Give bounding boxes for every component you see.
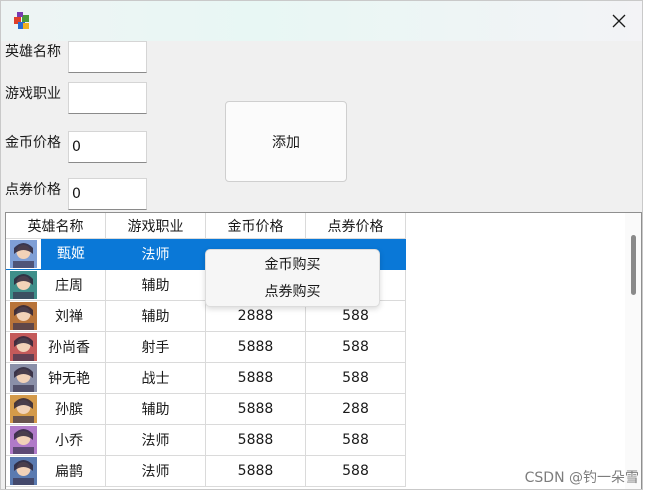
- hero-name-text: 孙膑: [55, 402, 83, 418]
- xiaoqiao-avatar: [10, 426, 37, 454]
- hero-name-text: 钟无艳: [48, 371, 90, 387]
- hero-name-cell[interactable]: 甄姬: [6, 238, 106, 270]
- role-cell[interactable]: 射手: [106, 332, 206, 363]
- hero-name-cell[interactable]: 刘禅: [6, 301, 106, 332]
- liushan-avatar: [10, 302, 37, 330]
- hero-name-text: 庄周: [55, 278, 83, 294]
- zhongwuyan-avatar: [10, 364, 37, 392]
- column-header-gold-price[interactable]: 金币价格: [206, 213, 306, 239]
- coupon-price-input[interactable]: [68, 178, 147, 210]
- watermark: CSDN @钓一朵雪: [524, 470, 639, 486]
- column-header-hero-name[interactable]: 英雄名称: [6, 213, 106, 239]
- hero-name-text: 小乔: [55, 433, 83, 449]
- hero-name-cell[interactable]: 钟无艳: [6, 363, 106, 394]
- role-cell[interactable]: 法师: [106, 425, 206, 456]
- title-bar: [1, 1, 642, 41]
- app-window: 英雄名称 游戏职业 金币价格 点券价格 添加 英雄名称 游戏职业 金币价格 点券…: [0, 0, 643, 490]
- role-cell[interactable]: 辅助: [106, 301, 206, 332]
- hero-name-cell[interactable]: 小乔: [6, 425, 106, 456]
- gold-price-cell[interactable]: 5888: [206, 394, 306, 425]
- coupon-price-cell[interactable]: 588: [306, 332, 406, 363]
- hero-name-label: 英雄名称: [5, 44, 61, 60]
- hero-name-text: 扁鹊: [55, 464, 83, 480]
- table-row[interactable]: 孙膑 辅助 5888 288: [6, 394, 406, 425]
- gold-price-input[interactable]: [68, 131, 147, 163]
- role-cell[interactable]: 辅助: [106, 394, 206, 425]
- app-icon: [14, 12, 29, 29]
- hero-name-cell[interactable]: 扁鹊: [6, 456, 106, 487]
- sunbin-avatar: [10, 395, 37, 423]
- role-cell[interactable]: 法师: [106, 239, 206, 270]
- hero-name-text: 孙尚香: [48, 340, 90, 356]
- hero-role-label: 游戏职业: [5, 86, 61, 102]
- close-icon: [612, 14, 626, 28]
- sunshangxiang-avatar: [10, 333, 37, 361]
- role-cell[interactable]: 战士: [106, 363, 206, 394]
- role-cell[interactable]: 辅助: [106, 270, 206, 301]
- menu-item-buy-with-coupon[interactable]: 点券购买: [206, 277, 379, 304]
- gold-price-cell[interactable]: 5888: [206, 456, 306, 487]
- hero-name-text: 甄姬: [41, 238, 105, 270]
- column-header-coupon-price[interactable]: 点券价格: [306, 213, 406, 239]
- coupon-price-cell[interactable]: 588: [306, 363, 406, 394]
- zhenji-avatar: [10, 240, 37, 268]
- hero-name-cell[interactable]: 庄周: [6, 270, 106, 301]
- scrollbar-thumb[interactable]: [631, 235, 636, 295]
- coupon-price-cell[interactable]: 588: [306, 456, 406, 487]
- vertical-scrollbar[interactable]: [625, 213, 641, 489]
- add-button[interactable]: 添加: [225, 101, 347, 182]
- hero-name-text: 刘禅: [55, 309, 83, 325]
- column-header-role[interactable]: 游戏职业: [106, 213, 206, 239]
- gold-price-cell[interactable]: 5888: [206, 363, 306, 394]
- hero-name-input[interactable]: [68, 41, 147, 73]
- gold-price-cell[interactable]: 5888: [206, 425, 306, 456]
- close-button[interactable]: [596, 1, 642, 41]
- menu-item-buy-with-gold[interactable]: 金币购买: [206, 250, 379, 277]
- table-row[interactable]: 扁鹊 法师 5888 588: [6, 456, 406, 487]
- hero-name-cell[interactable]: 孙尚香: [6, 332, 106, 363]
- hero-role-input[interactable]: [68, 82, 147, 114]
- table-row[interactable]: 小乔 法师 5888 588: [6, 425, 406, 456]
- coupon-price-cell[interactable]: 588: [306, 425, 406, 456]
- coupon-price-cell[interactable]: 288: [306, 394, 406, 425]
- context-menu: 金币购买 点券购买: [205, 249, 380, 307]
- table-header: 英雄名称 游戏职业 金币价格 点券价格: [6, 213, 406, 239]
- table-row[interactable]: 孙尚香 射手 5888 588: [6, 332, 406, 363]
- bianque-avatar: [10, 457, 37, 485]
- gold-price-label: 金币价格: [5, 135, 61, 151]
- role-cell[interactable]: 法师: [106, 456, 206, 487]
- gold-price-cell[interactable]: 5888: [206, 332, 306, 363]
- table-row[interactable]: 钟无艳 战士 5888 588: [6, 363, 406, 394]
- coupon-price-label: 点券价格: [5, 182, 61, 198]
- zhuangzhou-avatar: [10, 271, 37, 299]
- hero-name-cell[interactable]: 孙膑: [6, 394, 106, 425]
